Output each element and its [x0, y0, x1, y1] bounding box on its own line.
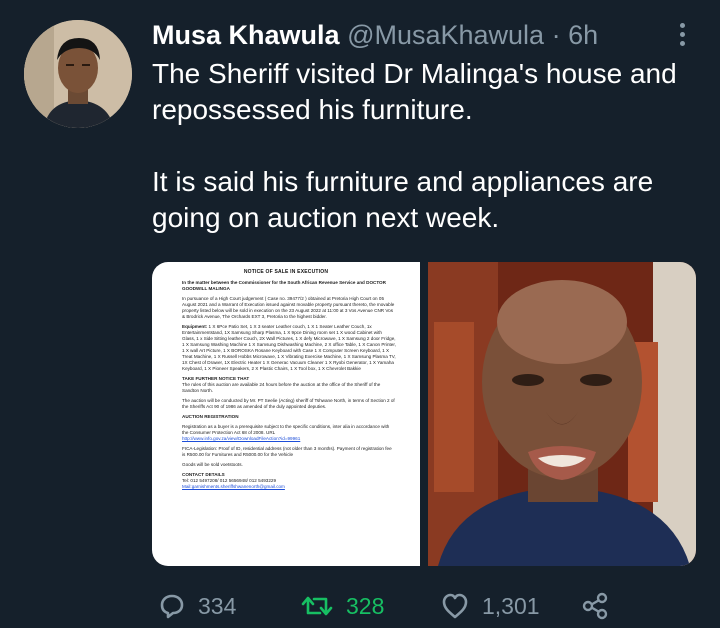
reply-button[interactable]: 334	[156, 588, 236, 624]
like-button[interactable]: 1,301	[440, 588, 540, 624]
time-separator: ·	[551, 20, 561, 50]
author-name[interactable]: Musa Khawula	[152, 20, 340, 50]
retweet-count: 328	[346, 592, 385, 619]
document-notice: The rules of this auction are available …	[182, 382, 381, 393]
document-contact-heading: CONTACT DETAILS	[182, 472, 225, 477]
media-document-image[interactable]: NOTICE OF SALE IN EXECUTION In the matte…	[152, 262, 420, 566]
tweet-actions: 334 328 1,301	[152, 588, 692, 624]
media-photo[interactable]	[428, 262, 696, 566]
document-equipment-label: Equipment:	[182, 324, 208, 329]
tweet-header: Musa Khawula @MusaKhawula · 6h	[152, 18, 692, 52]
document-title: NOTICE OF SALE IN EXECUTION	[243, 269, 329, 275]
tweet-text: The Sheriff visited Dr Malinga's house a…	[152, 56, 697, 236]
document-goods: Goods will be sold voetstoots.	[182, 462, 243, 467]
document-contact-tel: Tel: 012 5497208/ 012 5656948/ 012 54932…	[182, 478, 277, 483]
document-registration-link: http://www.info.gov.za/view/DownloadFile…	[182, 436, 301, 441]
document-conducted: The auction will be conducted by Mr. PT …	[182, 398, 395, 409]
like-icon	[442, 593, 468, 619]
avatar[interactable]	[24, 20, 132, 128]
man-portrait	[428, 262, 696, 566]
reply-count: 334	[198, 592, 237, 619]
tweet-paragraph: The Sheriff visited Dr Malinga's house a…	[152, 58, 677, 125]
document-registration: Registration as a buyer is a prerequisit…	[182, 424, 390, 435]
document-notice-heading: TAKE FURTHER NOTICE THAT	[182, 376, 250, 381]
document-registration-heading: AUCTION REGISTRATION	[182, 414, 239, 419]
document-matter: In the matter between the Commissioner f…	[182, 280, 386, 291]
share-icon	[582, 592, 608, 620]
document-fica: FICA-Legislation: Proof of ID, residenti…	[182, 446, 392, 457]
more-icon[interactable]	[672, 20, 692, 50]
like-count: 1,301	[482, 592, 540, 619]
reply-icon	[160, 594, 184, 619]
retweet-icon	[301, 596, 333, 616]
document-equipment: 1 X 6Pce Patio Set, 1 X 3 seater Leather…	[182, 324, 396, 371]
tweet-media: NOTICE OF SALE IN EXECUTION In the matte…	[152, 262, 696, 566]
retweet-button[interactable]: 328	[300, 588, 384, 624]
share-button[interactable]	[580, 588, 610, 624]
document-contact-email: Mail:garnishments.sheriffshwanenorth@gma…	[182, 484, 285, 489]
tweet-paragraph: It is said his furniture and appliances …	[152, 166, 654, 233]
document-intro: In pursuance of a High Court judgement (…	[182, 296, 395, 319]
tweet-time[interactable]: 6h	[568, 20, 598, 50]
avatar-image	[24, 20, 132, 128]
document-body: In the matter between the Commissioner f…	[182, 280, 396, 494]
author-handle[interactable]: @MusaKhawula	[347, 20, 544, 50]
